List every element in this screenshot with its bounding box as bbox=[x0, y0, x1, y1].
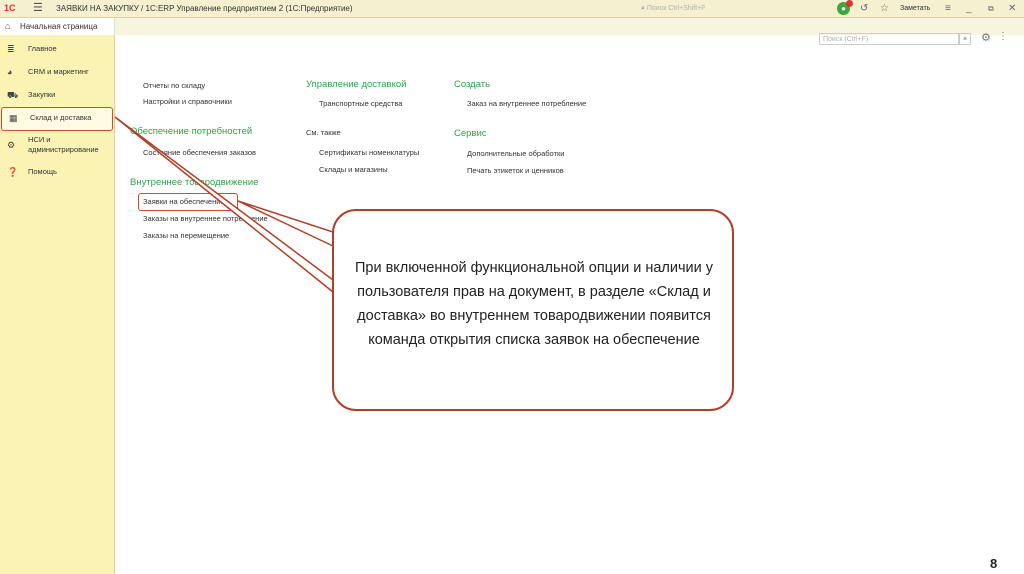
page-number: 8 bbox=[990, 556, 998, 571]
pointer-to-sidebar bbox=[114, 116, 334, 294]
callout-text: При включенной функциональной опции и на… bbox=[354, 260, 714, 348]
